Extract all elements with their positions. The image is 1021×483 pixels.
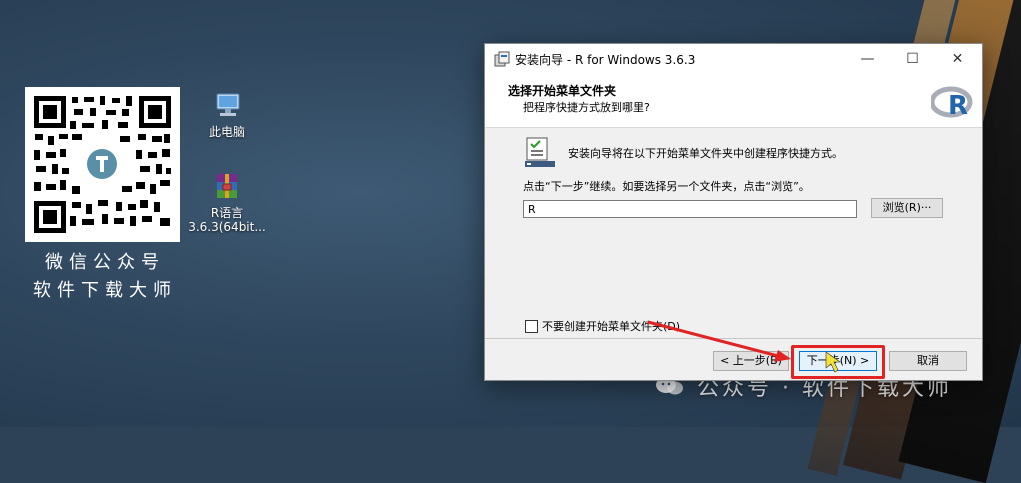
mouse-cursor-icon (825, 351, 841, 373)
annotation-arrow-icon (647, 320, 841, 373)
